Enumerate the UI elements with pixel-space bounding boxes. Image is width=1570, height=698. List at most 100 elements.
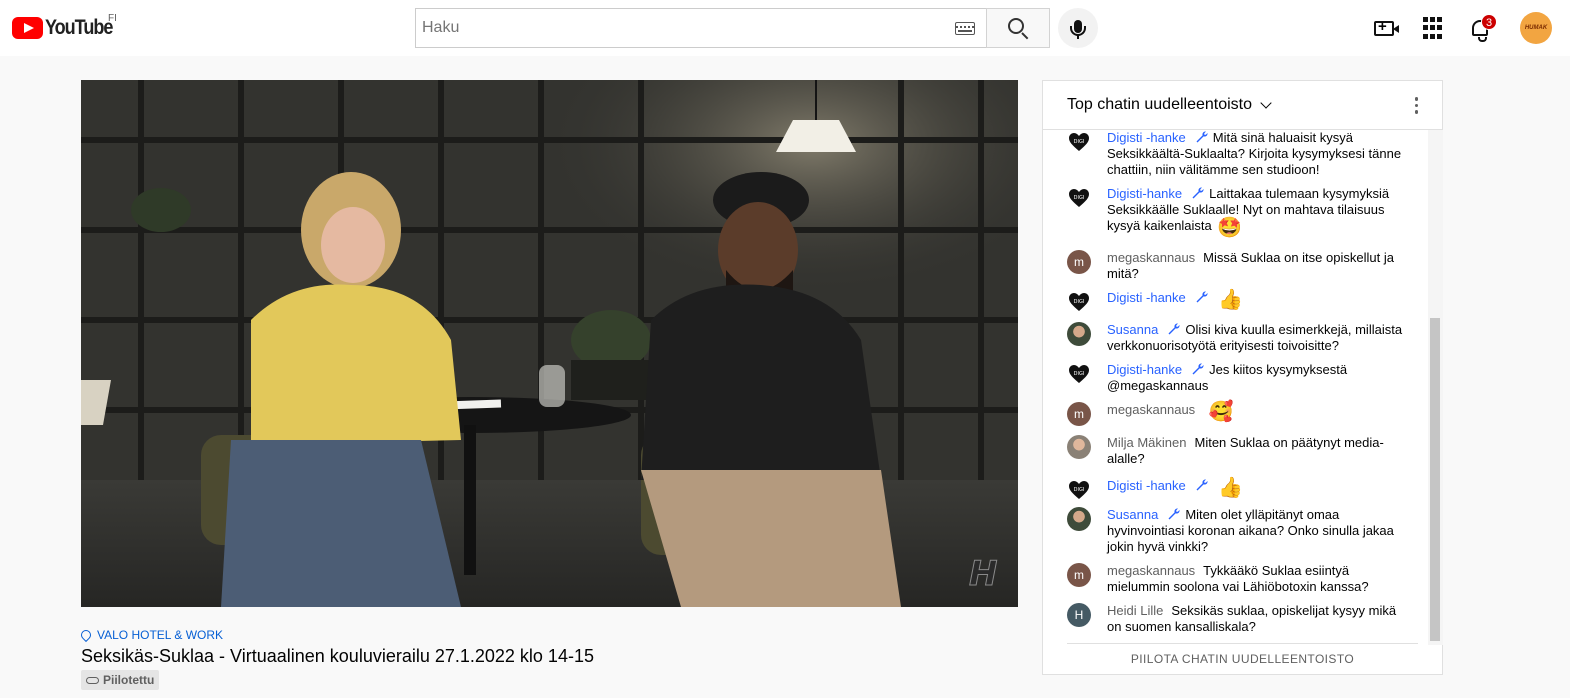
heart-logo-avatar[interactable]: DIGI <box>1067 362 1091 386</box>
voice-search-button[interactable] <box>1058 8 1098 48</box>
search-icon <box>1008 18 1024 34</box>
moderator-wrench-icon <box>1194 130 1213 145</box>
chat-message-body: Digisti-hanke Laittakaa tulemaan kysymyks… <box>1107 186 1407 239</box>
moderator-wrench-icon <box>1194 478 1213 493</box>
svg-text:DIGI: DIGI <box>1074 299 1085 305</box>
logo-text: YouTube <box>45 16 113 39</box>
chat-message-body: megaskannaus Missä Suklaa on itse opiskel… <box>1107 250 1407 282</box>
avatar[interactable]: m <box>1067 402 1091 426</box>
chat-author-name[interactable]: Susanna <box>1107 322 1158 337</box>
avatar[interactable] <box>1067 435 1091 459</box>
heart-logo-avatar[interactable]: DIGI <box>1067 186 1091 210</box>
unlisted-label: Piilotettu <box>103 673 155 687</box>
notification-badge: 3 <box>1481 14 1498 30</box>
chat-author-name[interactable]: Digisti-hanke <box>1107 362 1182 377</box>
heart-logo-avatar[interactable]: DIGI <box>1067 478 1091 502</box>
chat-message[interactable]: m megaskannaus Tykkääkö Suklaa esiintyä mi… <box>1067 563 1407 595</box>
chat-message[interactable]: DIGI Digisti -hanke Mitä sinä haluaisit ky… <box>1067 130 1407 178</box>
moderator-wrench-icon <box>1166 507 1185 522</box>
microphone-icon <box>1070 19 1086 39</box>
chat-message-body: megaskannaus 🥰 <box>1107 402 1407 426</box>
video-player[interactable]: H <box>81 80 1018 607</box>
emoji: 🥰 <box>1203 401 1234 423</box>
emoji: 🤩 <box>1211 217 1243 239</box>
chat-message-body: Susanna Olisi kiva kuulla esimerkkejä, mi… <box>1107 322 1407 354</box>
more-options-icon[interactable] <box>1414 97 1418 114</box>
svg-text:DIGI: DIGI <box>1074 195 1085 201</box>
moderator-wrench-icon <box>1190 362 1209 377</box>
location-link[interactable]: VALO HOTEL & WORK <box>78 627 223 643</box>
create-button[interactable] <box>1372 16 1399 40</box>
chat-header: Top chatin uudelleentoisto <box>1043 81 1442 130</box>
chat-scrollbar[interactable] <box>1428 130 1443 645</box>
emoji: 👍 <box>1212 289 1244 311</box>
chat-message-body: Digisti -hanke 👍 <box>1107 478 1407 502</box>
chat-replay-panel: Top chatin uudelleentoisto DIGI Digisti -… <box>1042 80 1443 675</box>
youtube-logo[interactable]: YouTube <box>12 16 123 40</box>
location-pin-icon <box>78 627 94 643</box>
search-box <box>415 8 987 48</box>
chat-message-body: Digisti -hanke Mitä sinä haluaisit kysyä … <box>1107 130 1407 178</box>
chat-message-body: Digisti -hanke 👍 <box>1107 290 1407 314</box>
avatar[interactable]: H <box>1067 603 1091 627</box>
chat-message-body: megaskannaus Tykkääkö Suklaa esiintyä mie… <box>1107 563 1407 595</box>
chat-author-name[interactable]: Digisti -hanke <box>1107 478 1186 493</box>
chat-message[interactable]: Susanna Olisi kiva kuulla esimerkkejä, mi… <box>1067 322 1407 354</box>
moderator-wrench-icon <box>1166 322 1185 337</box>
chat-message-list[interactable]: DIGI Digisti -hanke Mitä sinä haluaisit ky… <box>1043 130 1428 645</box>
avatar[interactable]: m <box>1067 563 1091 587</box>
heart-logo-avatar[interactable]: DIGI <box>1067 290 1091 314</box>
chat-message-body: Heidi Lille Seksikäs suklaa, opiskelijat … <box>1107 603 1407 635</box>
svg-text:DIGI: DIGI <box>1074 371 1085 377</box>
chat-message[interactable]: DIGI Digisti -hanke 👍 <box>1067 290 1407 314</box>
link-icon <box>86 676 99 684</box>
svg-text:DIGI: DIGI <box>1074 139 1085 145</box>
chat-author-name[interactable]: Digisti-hanke <box>1107 186 1182 201</box>
chat-message[interactable]: DIGI Digisti-hanke Laittakaa tulemaan kysy… <box>1067 186 1407 239</box>
chat-message-body: Susanna Miten olet ylläpitänyt omaa hyvin… <box>1107 507 1407 555</box>
avatar[interactable] <box>1067 507 1091 531</box>
svg-text:H: H <box>969 554 997 594</box>
chat-message[interactable]: H Heidi Lille Seksikäs suklaa, opiskelijat… <box>1067 603 1407 635</box>
chat-author-name[interactable]: Heidi Lille <box>1107 603 1163 618</box>
unlisted-badge: Piilotettu <box>81 670 160 690</box>
search-input[interactable] <box>416 9 936 47</box>
video-camera-add-icon <box>1374 18 1399 36</box>
chat-author-name[interactable]: megaskannaus <box>1107 563 1195 578</box>
heart-logo-avatar[interactable]: DIGI <box>1067 130 1091 154</box>
masthead: YouTube FI 3 HUMAK <box>0 0 1570 56</box>
location-label[interactable]: VALO HOTEL & WORK <box>97 628 223 642</box>
avatar[interactable]: m <box>1067 250 1091 274</box>
chat-author-name[interactable]: Susanna <box>1107 507 1158 522</box>
chat-message[interactable]: Milja Mäkinen Miten Suklaa on päätynyt me… <box>1067 435 1407 467</box>
country-code: FI <box>108 13 117 24</box>
chat-message[interactable]: m megaskannaus 🥰 <box>1067 402 1407 426</box>
moderator-wrench-icon <box>1190 186 1209 201</box>
chat-author-name[interactable]: megaskannaus <box>1107 402 1195 417</box>
chat-message-body: Milja Mäkinen Miten Suklaa on päätynyt me… <box>1107 435 1407 467</box>
video-title: Seksikäs-Suklaa - Virtuaalinen kouluvier… <box>81 646 594 666</box>
svg-text:DIGI: DIGI <box>1074 487 1085 493</box>
chat-scroll-thumb[interactable] <box>1430 318 1440 641</box>
hide-chat-replay-button[interactable]: PIILOTA CHATIN UUDELLEENTOISTO <box>1067 643 1418 674</box>
keyboard-icon[interactable] <box>955 22 975 35</box>
video-frame: H <box>81 80 1018 607</box>
apps-grid-icon[interactable] <box>1420 16 1444 40</box>
chat-message[interactable]: DIGI Digisti -hanke 👍 <box>1067 478 1407 502</box>
chat-author-name[interactable]: Digisti -hanke <box>1107 130 1186 145</box>
chat-message[interactable]: DIGI Digisti-hanke Jes kiitos kysymyksestä… <box>1067 362 1407 394</box>
chat-message-body: Digisti-hanke Jes kiitos kysymyksestä @me… <box>1107 362 1407 394</box>
chat-mode-dropdown[interactable]: Top chatin uudelleentoisto <box>1067 96 1252 114</box>
chevron-down-icon[interactable] <box>1260 96 1272 109</box>
chat-message[interactable]: m megaskannaus Missä Suklaa on itse opiske… <box>1067 250 1407 282</box>
account-avatar[interactable]: HUMAK <box>1520 12 1552 44</box>
moderator-wrench-icon <box>1194 290 1213 305</box>
chat-message[interactable]: Susanna Miten olet ylläpitänyt omaa hyvin… <box>1067 507 1407 555</box>
play-logo-icon <box>12 17 43 39</box>
search-button[interactable] <box>986 8 1050 48</box>
avatar[interactable] <box>1067 322 1091 346</box>
emoji: 👍 <box>1212 477 1244 499</box>
chat-author-name[interactable]: Milja Mäkinen <box>1107 435 1186 450</box>
chat-author-name[interactable]: Digisti -hanke <box>1107 290 1186 305</box>
chat-author-name[interactable]: megaskannaus <box>1107 250 1195 265</box>
